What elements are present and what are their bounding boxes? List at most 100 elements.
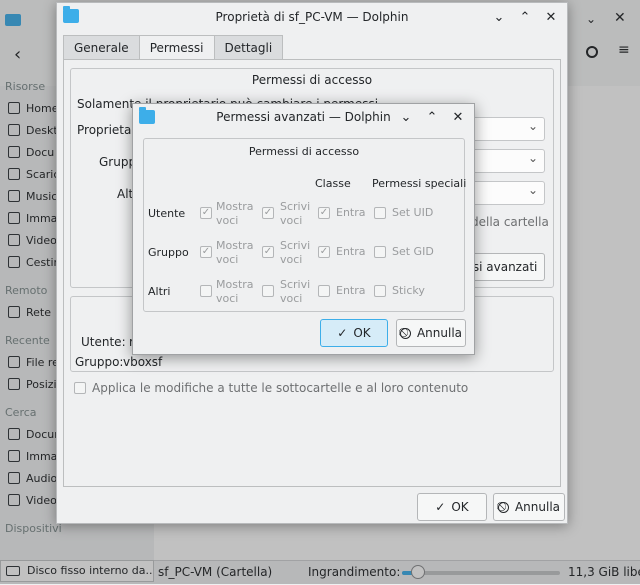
sidebar-item-label: File re [26,355,59,369]
home-icon [8,102,20,114]
close-icon[interactable]: ✕ [541,7,561,27]
zoom-label: Ingrandimento: [308,565,401,579]
permission-special-checkbox[interactable] [374,246,386,258]
permission-row-label: Utente [148,207,186,220]
maximize-icon[interactable]: ⌃ [422,107,442,127]
advanced-cancel-button[interactable]: ⃠ Annulla [396,319,466,347]
permission-write-checkbox[interactable] [262,285,274,297]
sidebar-item[interactable]: Imma [8,446,57,466]
sidebar-item[interactable]: Posizi [8,374,57,394]
folder-icon [63,6,79,23]
sidebar-item-label: Video [26,233,57,247]
back-icon[interactable]: ‹ [14,44,21,65]
permission-exec-checkbox[interactable]: ✓ [318,246,330,258]
sidebar-item-label: Music [26,189,58,203]
permission-exec-checkbox[interactable]: ✓ [318,207,330,219]
column-class: Classe [315,177,351,190]
sidebar-group-title: Cerca [5,406,37,419]
sidebar-item-label: Video [26,493,57,507]
maximize-icon[interactable]: ⌃ [515,7,535,27]
sidebar-group-title: Dispositivi [5,522,62,535]
sidebar-item-label: Scaric [26,167,60,181]
permission-exec-label: Entra [336,206,366,219]
desktop-icon [8,124,20,136]
image-icon [8,450,20,462]
sidebar-item-label: Imma [26,211,58,225]
sidebar-item-label: Posizi [26,377,57,391]
permission-read-checkbox[interactable]: ✓ [200,246,212,258]
trash-icon [8,256,20,268]
minimize-icon[interactable]: ⌄ [489,7,509,27]
properties-titlebar: Proprietà di sf_PC-VM — Dolphin ⌄ ⌃ ✕ [57,3,567,31]
tab-permessi[interactable]: Permessi [138,35,215,60]
image-icon [8,212,20,224]
video-icon [8,494,20,506]
group-owner-value: vboxsf [123,355,163,369]
minimize-icon[interactable]: ⌄ [586,12,596,26]
permission-special-label: Sticky [392,284,425,297]
menu-icon[interactable]: ≡ [618,43,632,57]
sidebar-item[interactable]: Home [8,98,58,118]
sidebar-item[interactable]: Docu [8,142,54,162]
sidebar-item[interactable]: Video [8,490,57,510]
permission-special-checkbox[interactable] [374,207,386,219]
permission-read-label: Mostra voci [216,239,254,266]
sidebar-item[interactable]: Video [8,230,57,250]
sidebar-item-label: Home [26,101,59,115]
advanced-title: Permessi avanzati — Dolphin [216,110,391,124]
permission-row-label: Gruppo [148,246,189,259]
advanced-group-title: Permessi di accesso [248,145,360,158]
permission-exec-label: Entra [336,245,366,258]
permission-write-checkbox[interactable]: ✓ [262,207,274,219]
tab-generale[interactable]: Generale [63,35,140,60]
sidebar-item[interactable]: Imma [8,208,57,228]
sidebar-item[interactable]: Scaric [8,164,59,184]
sidebar-item[interactable]: Docur [8,424,59,444]
tab-dettagli[interactable]: Dettagli [213,35,284,60]
permission-read-checkbox[interactable]: ✓ [200,207,212,219]
sidebar-item-label: Deskt [26,123,58,137]
sidebar-item[interactable]: Deskt [8,120,58,140]
zoom-slider-handle[interactable] [410,565,425,579]
sidebar-item[interactable]: Audio [8,468,57,488]
permission-exec-checkbox[interactable] [318,285,330,297]
advanced-titlebar: Permessi avanzati — Dolphin ⌄ ⌃ ✕ [133,104,474,130]
sidebar-item-label: Imma [26,449,58,463]
zoom-slider[interactable] [402,565,560,579]
permission-write-checkbox[interactable]: ✓ [262,246,274,258]
documents-icon [8,428,20,440]
video-icon [8,234,20,246]
dolphin-app-icon [5,14,21,26]
free-space-text: 11,3 GiB liberi [568,565,640,579]
search-icon[interactable] [586,46,598,58]
apply-recursive-checkbox[interactable] [74,382,86,394]
status-bar: Disco fisso interno da... sf_PC-VM (Cart… [0,560,640,585]
permission-read-checkbox[interactable] [200,285,212,297]
close-icon[interactable]: ✕ [448,107,468,127]
access-group-title: Permessi di accesso [251,73,373,87]
sidebar-item[interactable]: Cestin [8,252,61,272]
sidebar-item[interactable]: Music [8,186,57,206]
music-icon [8,472,20,484]
sidebar-group-title: Remoto [5,284,48,297]
sidebar-item-label: Docu [26,145,55,159]
permission-special-checkbox[interactable] [374,285,386,297]
check-icon: ✓ [337,326,348,340]
sidebar-group-title: Recente [5,334,50,347]
sidebar-item[interactable]: File re [8,352,59,372]
close-icon[interactable]: ✕ [614,10,626,26]
minimize-icon[interactable]: ⌄ [396,107,416,127]
permission-read-label: Mostra voci [216,200,254,227]
documents-icon [8,146,20,158]
device-item[interactable]: Disco fisso interno da... [0,560,154,582]
advanced-ok-button[interactable]: ✓ OK [320,319,388,347]
properties-ok-label: OK [451,500,469,514]
properties-ok-button[interactable]: ✓ OK [417,493,487,521]
sidebar-item-label: Rete [26,305,51,319]
advanced-cancel-label: Annulla [416,326,463,340]
sidebar-item[interactable]: Rete [8,302,51,322]
folder-icon [139,107,155,124]
properties-cancel-button[interactable]: ⃠ Annulla [493,493,565,521]
location-icon [8,378,20,390]
permission-row-label: Altri [148,285,171,298]
